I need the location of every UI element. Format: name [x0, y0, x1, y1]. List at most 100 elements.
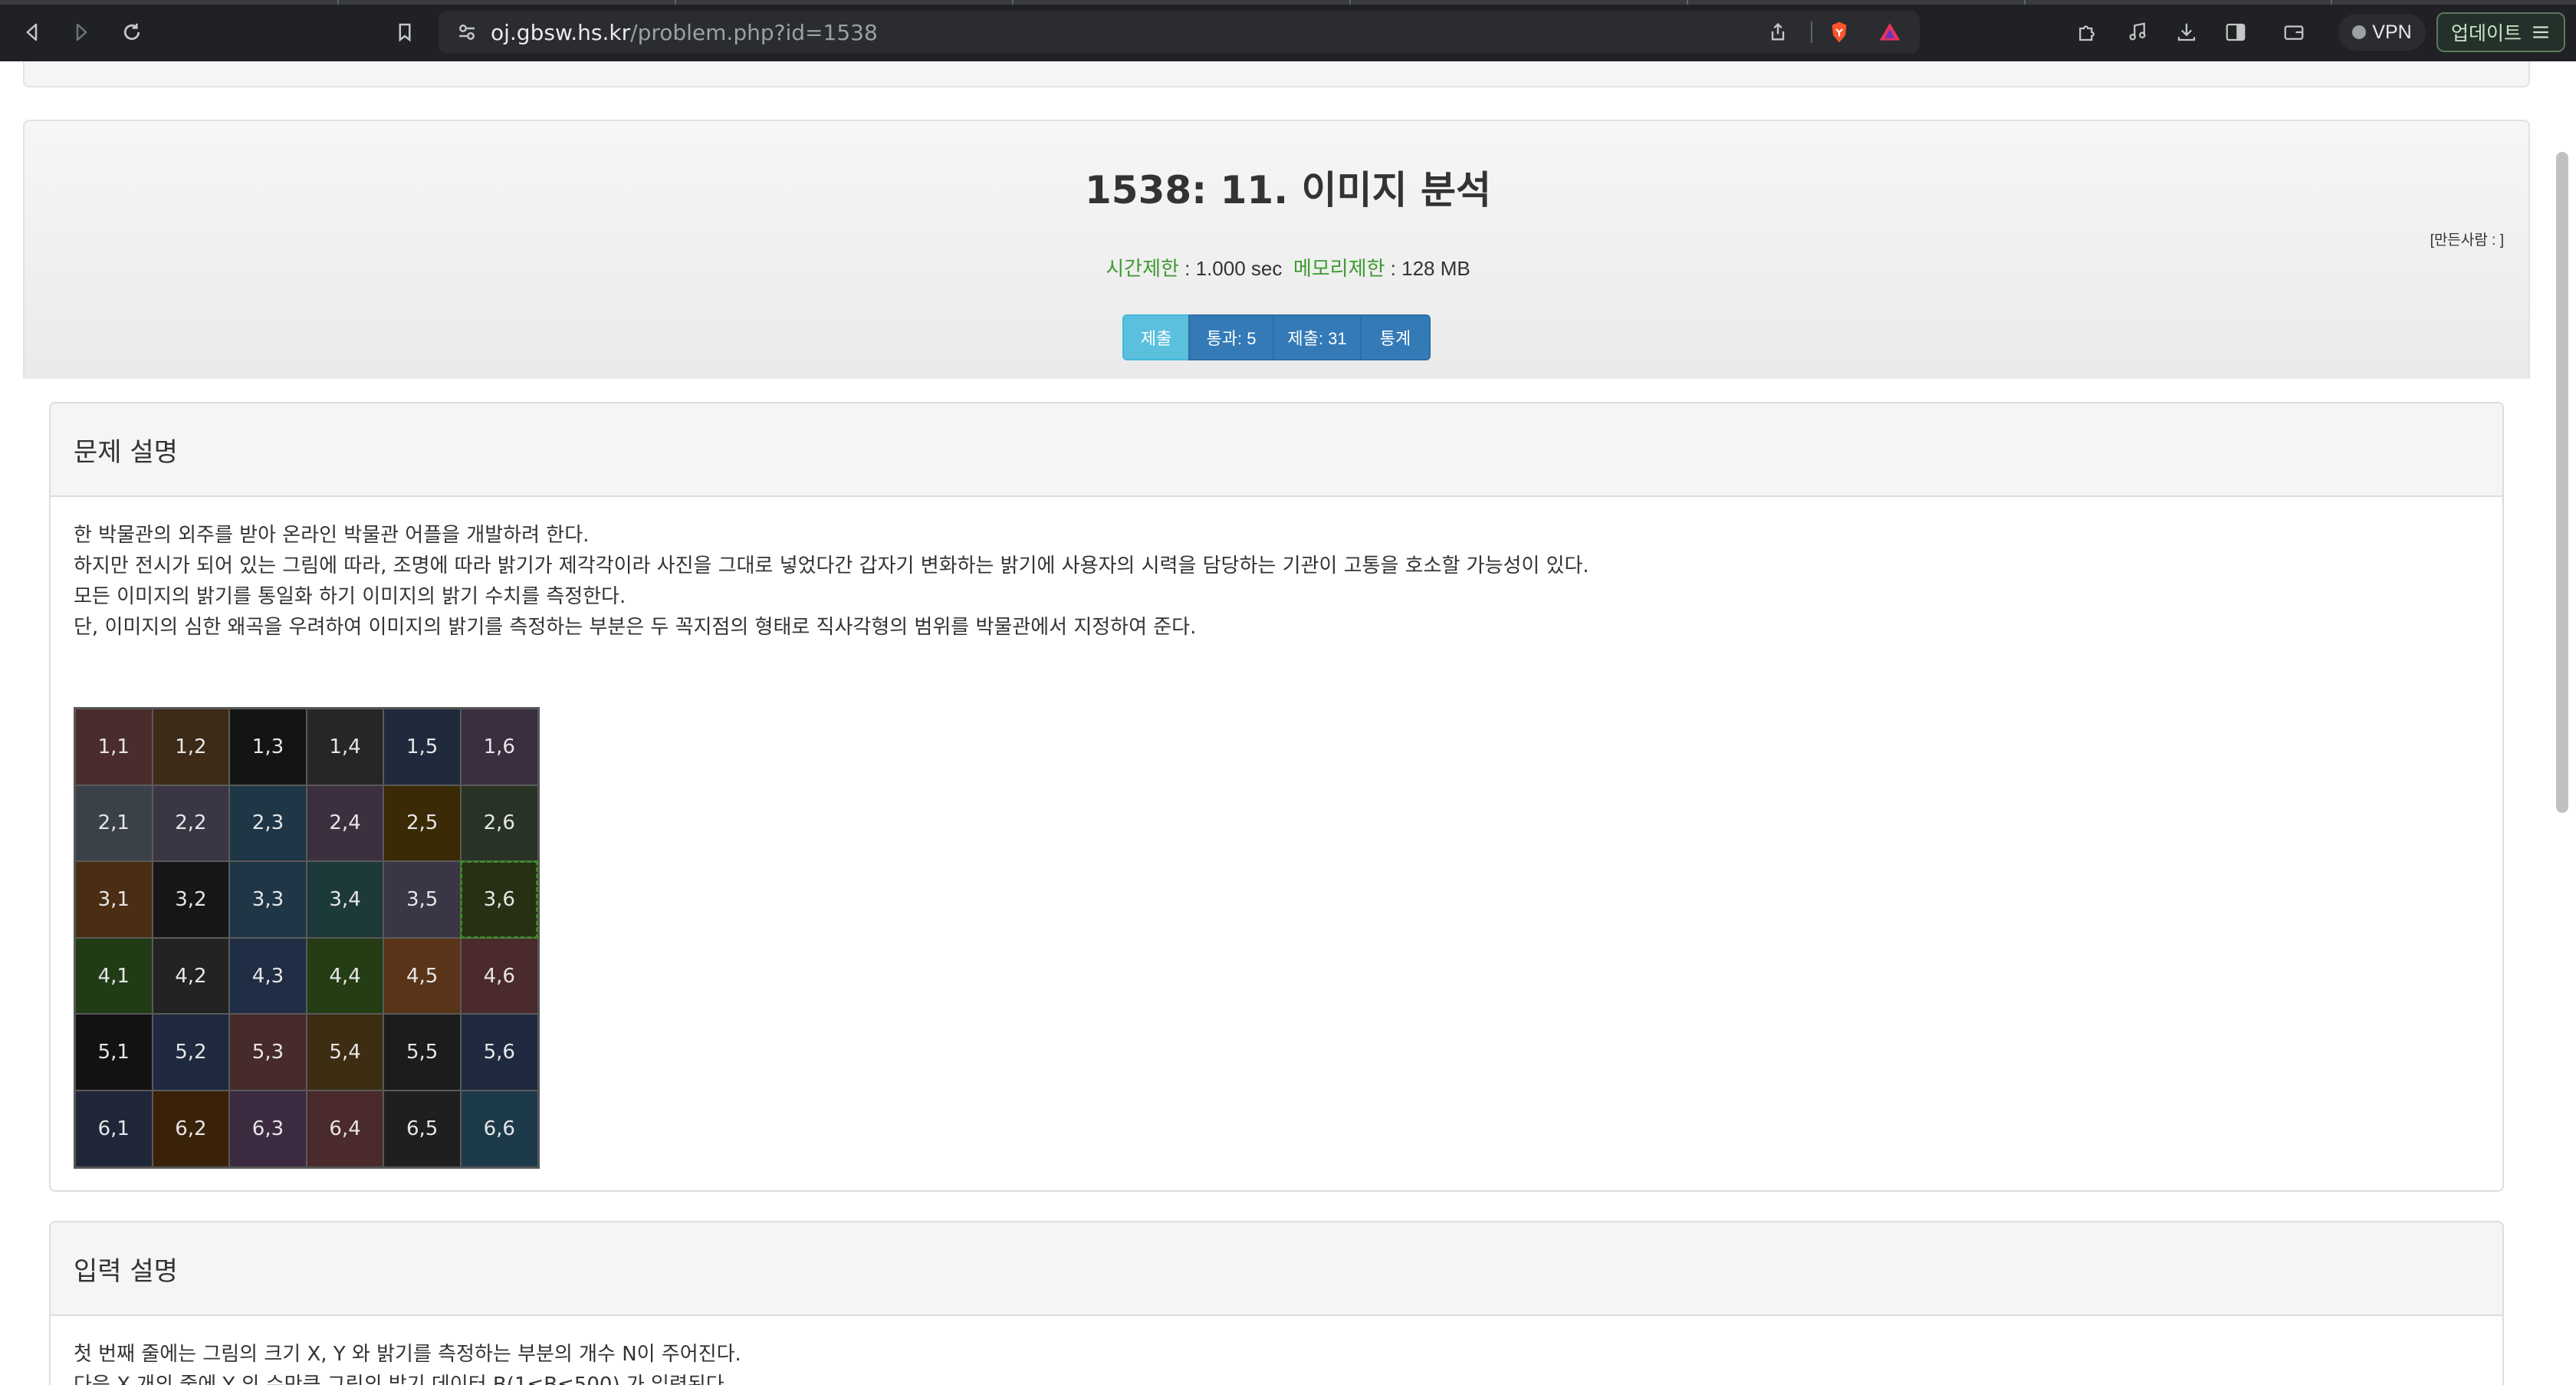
input-heading: 입력 설명: [51, 1222, 2502, 1316]
vpn-button[interactable]: VPN: [2338, 14, 2426, 51]
grid-cell: 2,2: [152, 785, 230, 862]
grid-cell: 3,2: [152, 861, 230, 938]
grid-cell: 5,4: [306, 1014, 384, 1091]
grid-cell: 4,4: [306, 937, 384, 1015]
grid-cell: 6,6: [460, 1090, 538, 1167]
description-panel: 문제 설명 한 박물관의 외주를 받아 온라인 박물관 어플을 개발하려 한다.…: [49, 402, 2504, 1192]
grid-cell: 2,4: [306, 785, 384, 862]
grid-cell: 2,6: [460, 785, 538, 862]
grid-cell: 6,4: [306, 1090, 384, 1167]
problem-limits: 시간제한 : 1.000 sec 메모리제한 : 128 MB: [0, 253, 2576, 281]
problem-actions: 제출 통과: 5 제출: 31 통계: [1122, 314, 1431, 360]
download-icon: [2177, 23, 2196, 41]
wallet-icon: [2284, 25, 2304, 40]
grid-cell: 3,3: [229, 861, 307, 938]
reload-icon: [123, 23, 140, 41]
media-button[interactable]: [2122, 17, 2153, 48]
url-text[interactable]: oj.gbsw.hs.kr/problem.php?id=1538: [491, 20, 878, 45]
submission-count-button[interactable]: 제출: 31: [1273, 314, 1362, 360]
grid-cell: 2,3: [229, 785, 307, 862]
description-heading: 문제 설명: [51, 403, 2502, 497]
grid-cell: 3,1: [75, 861, 153, 938]
tab-strip: [0, 0, 2576, 5]
grid-cell: 6,3: [229, 1090, 307, 1167]
back-arrow-icon: [26, 23, 38, 41]
description-line: 하지만 전시가 되어 있는 그림에 따라, 조명에 따라 밝기가 제각각이라 사…: [74, 554, 1589, 577]
brave-lion-icon: [1832, 21, 1847, 43]
description-body: 한 박물관의 외주를 받아 온라인 박물관 어플을 개발하려 한다. 하지만 전…: [51, 497, 2502, 1169]
input-line: 첫 번째 줄에는 그림의 크기 X, Y 와 밝기를 측정하는 부분의 개수 N…: [74, 1343, 741, 1366]
brave-shields-button[interactable]: [1826, 19, 1852, 45]
share-button[interactable]: [1765, 19, 1791, 45]
grid-cell: 5,6: [460, 1014, 538, 1091]
grid-cell: 4,5: [383, 937, 461, 1015]
grid-cell: 5,3: [229, 1014, 307, 1091]
statistics-button[interactable]: 통계: [1360, 314, 1431, 360]
memory-limit-value: : 128 MB: [1385, 257, 1470, 280]
submit-button[interactable]: 제출: [1122, 314, 1190, 360]
grid-cell: 2,5: [383, 785, 461, 862]
grid-cell: 6,1: [75, 1090, 153, 1167]
grid-cell: 5,1: [75, 1014, 153, 1091]
page-scrollbar[interactable]: [2556, 152, 2568, 813]
previous-well: [23, 61, 2530, 87]
description-line: 한 박물관의 외주를 받아 온라인 박물관 어플을 개발하려 한다.: [74, 524, 590, 547]
vpn-label: VPN: [2372, 21, 2412, 43]
url-host: oj.gbsw.hs.kr: [491, 20, 631, 45]
description-text: 한 박물관의 외주를 받아 온라인 박물관 어플을 개발하려 한다. 하지만 전…: [74, 520, 2479, 643]
site-settings-icon[interactable]: [455, 21, 478, 44]
forward-arrow-icon: [76, 23, 87, 41]
update-button[interactable]: 업데이트: [2436, 12, 2565, 52]
grid-cell: 3,4: [306, 861, 384, 938]
grid-cell: 1,6: [460, 709, 538, 785]
selection-rectangle: [460, 860, 538, 939]
description-line: 단, 이미지의 심한 왜곡을 우려하여 이미지의 밝기를 측정하는 부분은 두 …: [74, 616, 1197, 639]
grid-cell: 6,2: [152, 1090, 230, 1167]
accepted-count-button[interactable]: 통과: 5: [1188, 314, 1274, 360]
address-bar[interactable]: oj.gbsw.hs.kr/problem.php?id=1538: [439, 11, 1920, 54]
music-note-icon: [2129, 22, 2146, 41]
share-icon: [1771, 22, 1785, 41]
input-text: 첫 번째 줄에는 그림의 크기 X, Y 와 밝기를 측정하는 부분의 개수 N…: [74, 1339, 2479, 1385]
grid-cell: 4,3: [229, 937, 307, 1015]
grid-cell: 1,5: [383, 709, 461, 785]
vpn-status-icon: [2352, 25, 2367, 39]
input-line: 다음 X 개의 줄에 Y 의 수만큼 그림의 밝기 데이터 B(1≤B≤500)…: [74, 1373, 731, 1385]
grid-cell: 5,2: [152, 1014, 230, 1091]
rewards-triangle-icon: [1879, 23, 1901, 41]
time-limit-label: 시간제한: [1106, 257, 1179, 280]
grid-cell: 4,6: [460, 937, 538, 1015]
extensions-button[interactable]: [2072, 17, 2102, 48]
address-bar-divider: [1811, 21, 1812, 43]
sidebar-icon: [2226, 23, 2246, 41]
description-line: 모든 이미지의 밝기를 통일화 하기 이미지의 밝기 수치를 측정한다.: [74, 585, 626, 608]
reload-button[interactable]: [115, 15, 149, 49]
memory-limit-label: 메모리제한: [1293, 257, 1385, 280]
downloads-button[interactable]: [2171, 17, 2202, 48]
url-path: /problem.php?id=1538: [630, 20, 878, 45]
grid-cell: 1,2: [152, 709, 230, 785]
input-panel: 입력 설명 첫 번째 줄에는 그림의 크기 X, Y 와 밝기를 측정하는 부분…: [49, 1221, 2504, 1385]
grid-cell: 4,1: [75, 937, 153, 1015]
problem-maker: [만든사람 : ]: [2430, 232, 2504, 248]
browser-toolbar: oj.gbsw.hs.kr/problem.php?id=1538 VPN 업데…: [0, 0, 2576, 61]
grid-cell: 6,5: [383, 1090, 461, 1167]
grid-cell: 1,4: [306, 709, 384, 785]
update-label: 업데이트: [2450, 23, 2522, 44]
forward-button[interactable]: [64, 15, 98, 49]
sidebar-button[interactable]: [2220, 17, 2251, 48]
problem-title: 1538: 11. 이미지 분석: [1085, 168, 1491, 212]
grid-cell: 2,1: [75, 785, 153, 862]
time-limit-value: : 1.000 sec: [1178, 257, 1283, 280]
bookmark-icon: [399, 23, 411, 42]
page-content: 1538: 11. 이미지 분석 [만든사람 : ] 시간제한 : 1.000 …: [0, 61, 2576, 1385]
wallet-button[interactable]: [2279, 17, 2309, 48]
bookmark-button[interactable]: [388, 15, 422, 49]
brightness-grid-image: 1,1 1,2 1,3 1,4 1,5 1,6 2,1 2,2 2,3 2,4 2,5 2,6 3,1 3…: [74, 707, 540, 1169]
brave-rewards-button[interactable]: [1877, 19, 1903, 45]
grid-cell: 5,5: [383, 1014, 461, 1091]
hamburger-menu-icon: [2533, 26, 2548, 38]
grid-cell: 4,2: [152, 937, 230, 1015]
puzzle-icon: [2079, 25, 2095, 41]
back-button[interactable]: [15, 15, 49, 49]
